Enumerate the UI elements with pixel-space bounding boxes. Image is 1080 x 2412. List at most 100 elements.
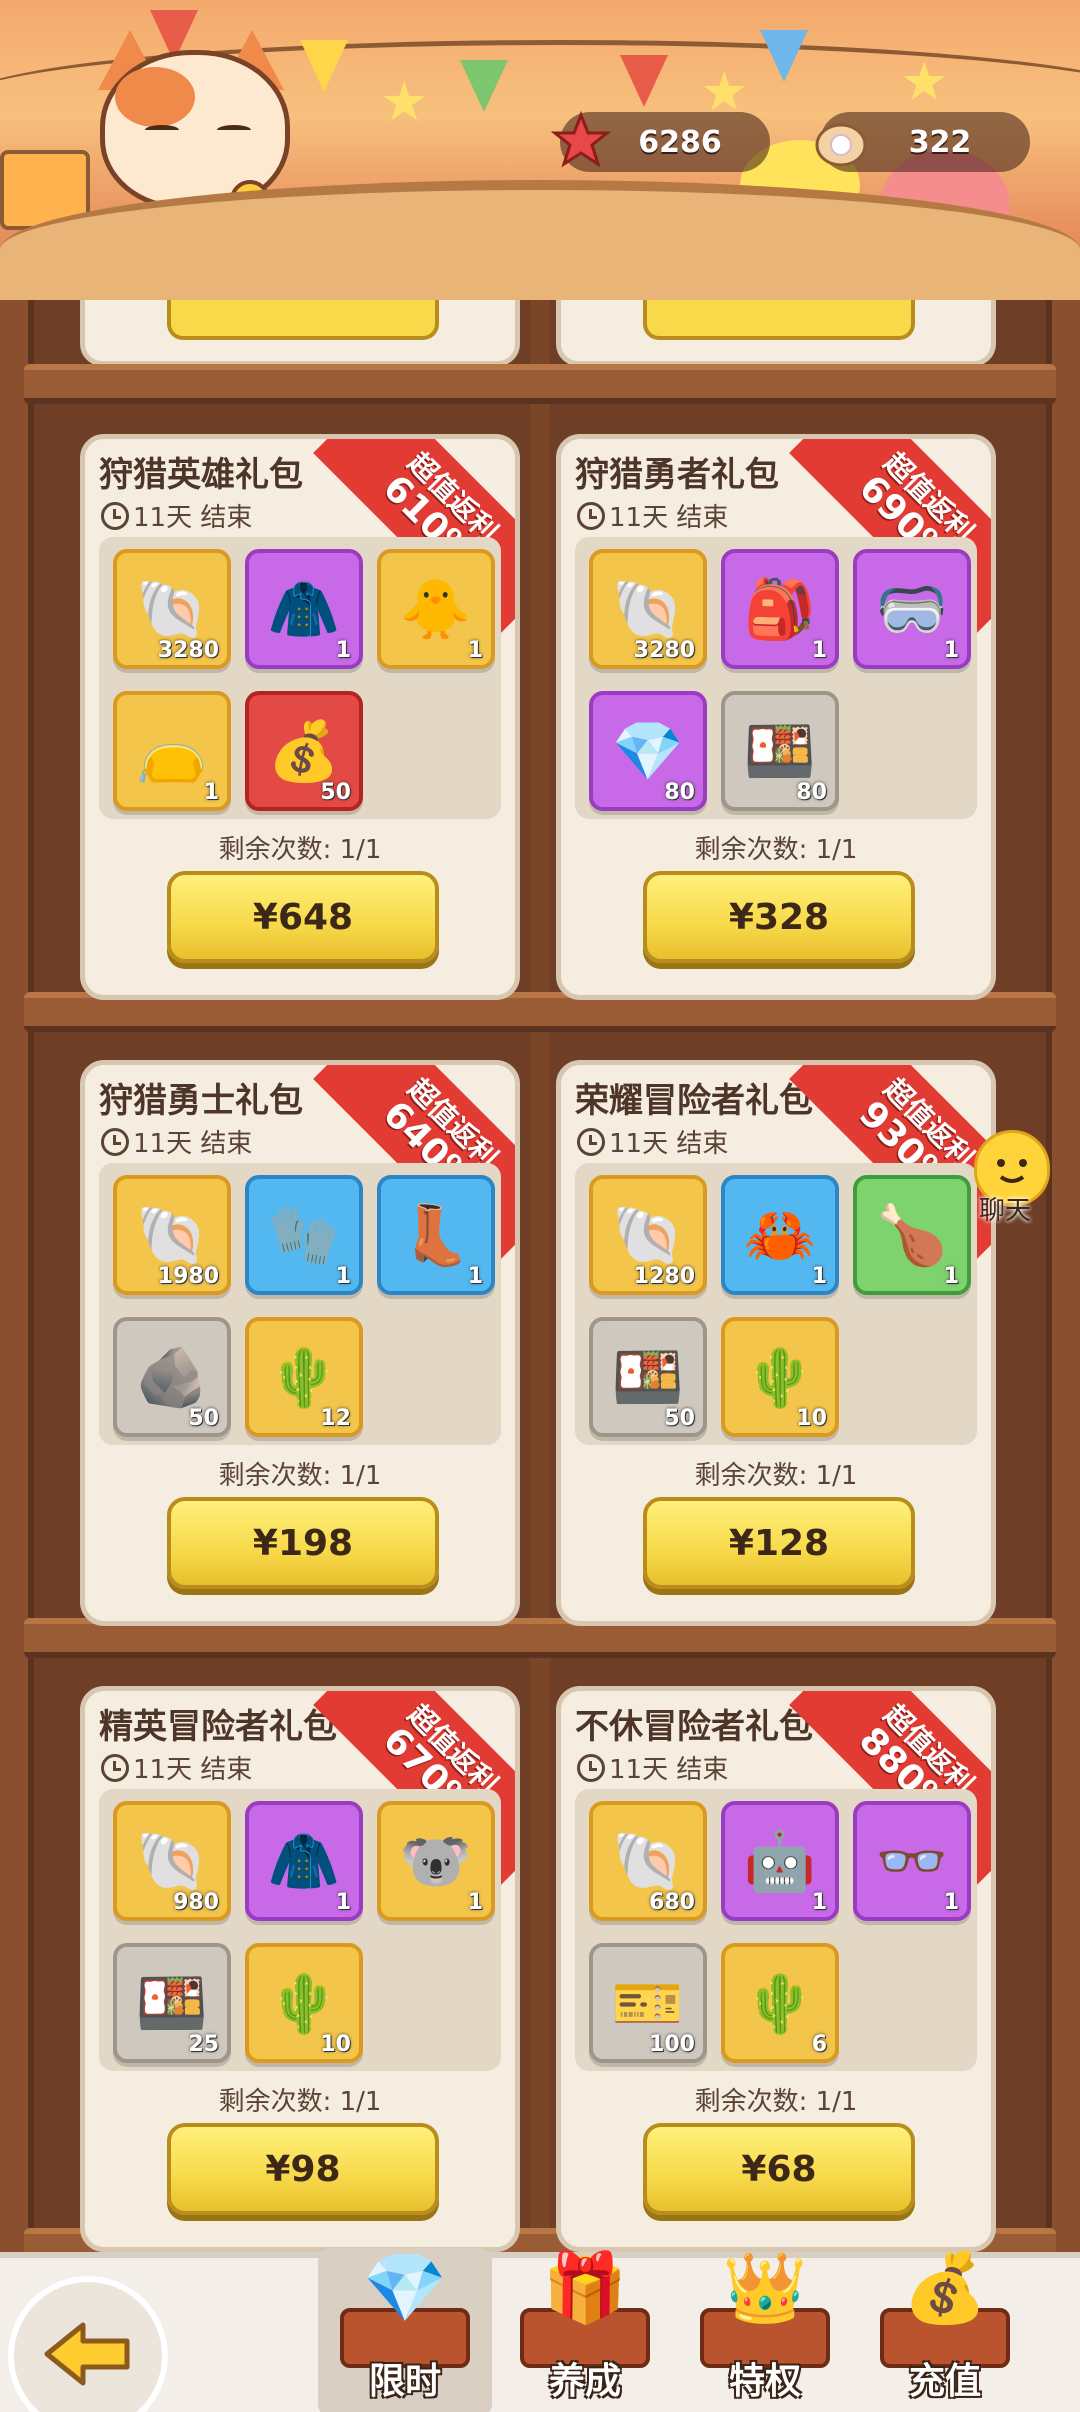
gloves-item[interactable]: 🧤 1 xyxy=(245,1175,363,1295)
pack-timer: 11天 结束 xyxy=(101,1123,252,1160)
gift-pack-card[interactable]: 不休冒险者礼包 11天 结束 超值返利 880% 🐚 680 🤖 1 👓 1 🎫 xyxy=(556,1686,996,2252)
clock-icon xyxy=(101,1753,129,1782)
nav-tab-4[interactable]: 💰 充值 xyxy=(870,2228,1020,2412)
item-quantity: 1 xyxy=(335,1890,351,1915)
spiral-glasses-item[interactable]: 👓 1 xyxy=(853,1801,971,1921)
cactus-item[interactable]: 🌵 10 xyxy=(721,1317,839,1437)
pirate-outfit-item[interactable]: 🧥 1 xyxy=(245,549,363,669)
item-quantity: 1 xyxy=(203,780,219,805)
item-quantity: 1 xyxy=(811,1890,827,1915)
chat-label: 聊天 xyxy=(978,1196,1031,1226)
pack-title: 狩猎勇者礼包 xyxy=(575,455,779,495)
stone-tablet-item[interactable]: 🪨 50 xyxy=(113,1317,231,1437)
chat-button[interactable]: 聊天 xyxy=(950,1130,1060,1226)
item-quantity: 80 xyxy=(796,780,827,805)
previous-pack-price-button[interactable] xyxy=(643,300,915,340)
item-quantity: 1 xyxy=(335,1264,351,1289)
pearl-icon xyxy=(806,106,876,176)
crystal-eye-item[interactable]: 💎 80 xyxy=(589,691,707,811)
boots-item[interactable]: 👢 1 xyxy=(377,1175,495,1295)
crab-hat-icon: 🦀 xyxy=(743,1201,817,1269)
buy-price-button[interactable]: ¥328 xyxy=(643,871,915,963)
buy-price-button[interactable]: ¥98 xyxy=(167,2123,439,2215)
purple-bag-icon: 👝 xyxy=(135,717,209,785)
backpack-bear-icon: 🎒 xyxy=(743,575,817,643)
stone-tablet-icon: 🪨 xyxy=(135,1343,209,1411)
robot-pet-item[interactable]: 🤖 1 xyxy=(721,1801,839,1921)
cactus-item[interactable]: 🌵 6 xyxy=(721,1943,839,2063)
food-tray-item[interactable]: 🍱 25 xyxy=(113,1943,231,2063)
item-quantity: 1 xyxy=(467,1890,483,1915)
pack-timer: 11天 结束 xyxy=(577,1749,728,1786)
crystal-eye-icon: 💎 xyxy=(611,717,685,785)
pack-timer-text: 11天 结束 xyxy=(609,1129,729,1159)
treasure-crate-icon: 💰 xyxy=(902,2249,988,2328)
item-quantity: 1980 xyxy=(157,1264,219,1289)
pearl-item[interactable]: 🐚 3280 xyxy=(589,549,707,669)
buy-price-button[interactable]: ¥128 xyxy=(643,1497,915,1589)
pack-items-panel: 🐚 3280 🧥 1 🐥 1 👝 1 💰 50 xyxy=(99,537,501,819)
previous-pack-price-button[interactable] xyxy=(167,300,439,340)
pearl-item[interactable]: 🐚 980 xyxy=(113,1801,231,1921)
backpack-bear-item[interactable]: 🎒 1 xyxy=(721,549,839,669)
item-quantity: 50 xyxy=(664,1406,695,1431)
robot-pet-icon: 🤖 xyxy=(743,1827,817,1895)
buy-price-button[interactable]: ¥198 xyxy=(167,1497,439,1589)
koala-icon: 🐨 xyxy=(399,1827,473,1895)
gift-pack-card[interactable]: 精英冒险者礼包 11天 结束 超值返利 670% 🐚 980 🧥 1 🐨 1 🍱 xyxy=(80,1686,520,2252)
food-tray-icon: 🍱 xyxy=(743,717,817,785)
pearl-item[interactable]: 🐚 1280 xyxy=(589,1175,707,1295)
pearl-item[interactable]: 🐚 680 xyxy=(589,1801,707,1921)
food-tray-item[interactable]: 🍱 80 xyxy=(721,691,839,811)
item-quantity: 6 xyxy=(811,2032,827,2057)
item-quantity: 1 xyxy=(811,1264,827,1289)
gift-pack-card[interactable]: 荣耀冒险者礼包 11天 结束 超值返利 930% 🐚 1280 🦀 1 🍗 1 … xyxy=(556,1060,996,1626)
bunting-flag xyxy=(460,60,508,112)
pearl-item[interactable]: 🐚 1980 xyxy=(113,1175,231,1295)
gloves-icon: 🧤 xyxy=(267,1201,341,1269)
goggles-item[interactable]: 🥽 1 xyxy=(853,549,971,669)
item-quantity: 10 xyxy=(796,1406,827,1431)
back-arrow-icon xyxy=(43,2319,133,2393)
cactus-item[interactable]: 🌵 12 xyxy=(245,1317,363,1437)
food-tray-item[interactable]: 🍱 50 xyxy=(589,1317,707,1437)
gift-pack-card[interactable]: 狩猎勇者礼包 11天 结束 超值返利 690% 🐚 3280 🎒 1 🥽 1 💎 xyxy=(556,434,996,1000)
pack-timer: 11天 结束 xyxy=(577,497,728,534)
pearl-item[interactable]: 🐚 3280 xyxy=(113,549,231,669)
star-decoration-icon: ★ xyxy=(900,50,949,113)
pack-timer-text: 11天 结束 xyxy=(133,503,253,533)
suit-jacket-item[interactable]: 🧥 1 xyxy=(245,1801,363,1921)
gold-chest-item[interactable]: 💰 50 xyxy=(245,691,363,811)
gold-chest-icon: 💰 xyxy=(267,717,341,785)
cat-eye xyxy=(145,125,179,135)
purple-bag-item[interactable]: 👝 1 xyxy=(113,691,231,811)
cactus-item[interactable]: 🌵 10 xyxy=(245,1943,363,2063)
buy-price-button[interactable]: ¥68 xyxy=(643,2123,915,2215)
item-quantity: 980 xyxy=(173,1890,219,1915)
koala-item[interactable]: 🐨 1 xyxy=(377,1801,495,1921)
boots-icon: 👢 xyxy=(399,1201,473,1269)
ticket-item[interactable]: 🎫 100 xyxy=(589,1943,707,2063)
buy-price-button[interactable]: ¥648 xyxy=(167,871,439,963)
item-quantity: 50 xyxy=(188,1406,219,1431)
starfish-currency[interactable]: 6286 xyxy=(551,111,770,172)
suit-jacket-icon: 🧥 xyxy=(267,1827,341,1895)
gift-pack-card[interactable]: 狩猎英雄礼包 11天 结束 超值返利 610% 🐚 3280 🧥 1 🐥 1 👝 xyxy=(80,434,520,1000)
nav-tab-3[interactable]: 👑 特权 xyxy=(690,2228,840,2412)
bunting-flag xyxy=(620,55,668,107)
item-quantity: 25 xyxy=(188,2032,219,2057)
back-button[interactable] xyxy=(8,2276,168,2412)
previous-pack-card[interactable] xyxy=(80,300,520,366)
clock-icon xyxy=(101,501,129,530)
pearl-currency[interactable]: 322 xyxy=(815,112,1030,172)
nav-tab-1[interactable]: 💎 限时 xyxy=(318,2228,492,2412)
ticket-icon: 🎫 xyxy=(611,1969,685,2037)
nav-tab-2[interactable]: 🎁 养成 xyxy=(510,2228,660,2412)
crab-hat-item[interactable]: 🦀 1 xyxy=(721,1175,839,1295)
gift-pack-card[interactable]: 狩猎勇士礼包 11天 结束 超值返利 640% 🐚 1980 🧤 1 👢 1 🪨 xyxy=(80,1060,520,1626)
previous-pack-card[interactable] xyxy=(556,300,996,366)
cat-eye xyxy=(217,125,251,135)
pilot-chick-item[interactable]: 🐥 1 xyxy=(377,549,495,669)
clock-icon xyxy=(577,501,605,530)
item-quantity: 50 xyxy=(320,780,351,805)
